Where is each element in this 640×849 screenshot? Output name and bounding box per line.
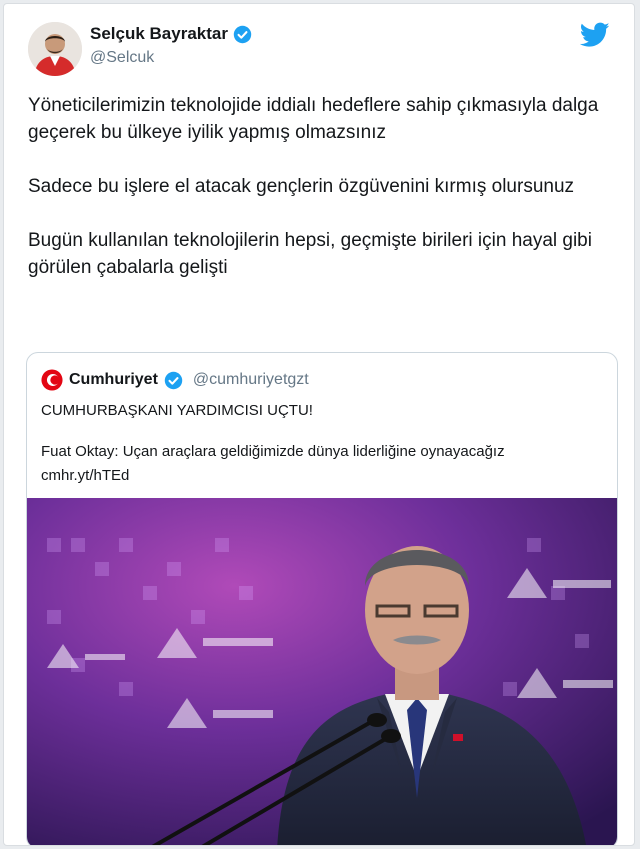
quoted-tweet[interactable]: Cumhuriyet @cumhuriyetgzt CUMHURBAŞKANI …: [26, 352, 618, 846]
quoted-author-handle[interactable]: @cumhuriyetgzt: [193, 371, 309, 389]
tweet-paragraph-3: Bugün kullanılan teknolojilerin hepsi, g…: [28, 230, 592, 278]
quoted-headline: CUMHURBAŞKANI YARDIMCISI UÇTU!: [41, 402, 313, 419]
tweet-paragraph-1: Yöneticilerimizin teknolojide iddialı he…: [28, 95, 599, 143]
verified-icon: [233, 25, 252, 43]
quoted-header: Cumhuriyet @cumhuriyetgzt: [41, 369, 309, 391]
quoted-body: Fuat Oktay: Uçan araçlara geldiğimizde d…: [41, 443, 505, 460]
author-block: Selçuk Bayraktar @Selcuk: [90, 24, 252, 67]
cumhuriyet-logo-icon: [41, 369, 63, 391]
author-name-row[interactable]: Selçuk Bayraktar: [90, 24, 252, 44]
tweet-body: Yöneticilerimizin teknolojide iddialı he…: [28, 92, 618, 308]
twitter-bird-icon[interactable]: [580, 22, 610, 48]
quoted-author-name[interactable]: Cumhuriyet: [69, 371, 158, 389]
quoted-link[interactable]: cmhr.yt/hTEd: [41, 467, 129, 484]
author-name[interactable]: Selçuk Bayraktar: [90, 24, 228, 44]
tweet-paragraph-2: Sadece bu işlere el atacak gençlerin özg…: [28, 176, 575, 197]
tweet-card: Selçuk Bayraktar @Selcuk Yöneticilerimiz…: [3, 3, 635, 846]
author-handle[interactable]: @Selcuk: [90, 49, 252, 67]
quoted-photo[interactable]: [27, 498, 618, 846]
quoted-verified-icon: [164, 371, 183, 389]
author-avatar[interactable]: [28, 22, 82, 76]
